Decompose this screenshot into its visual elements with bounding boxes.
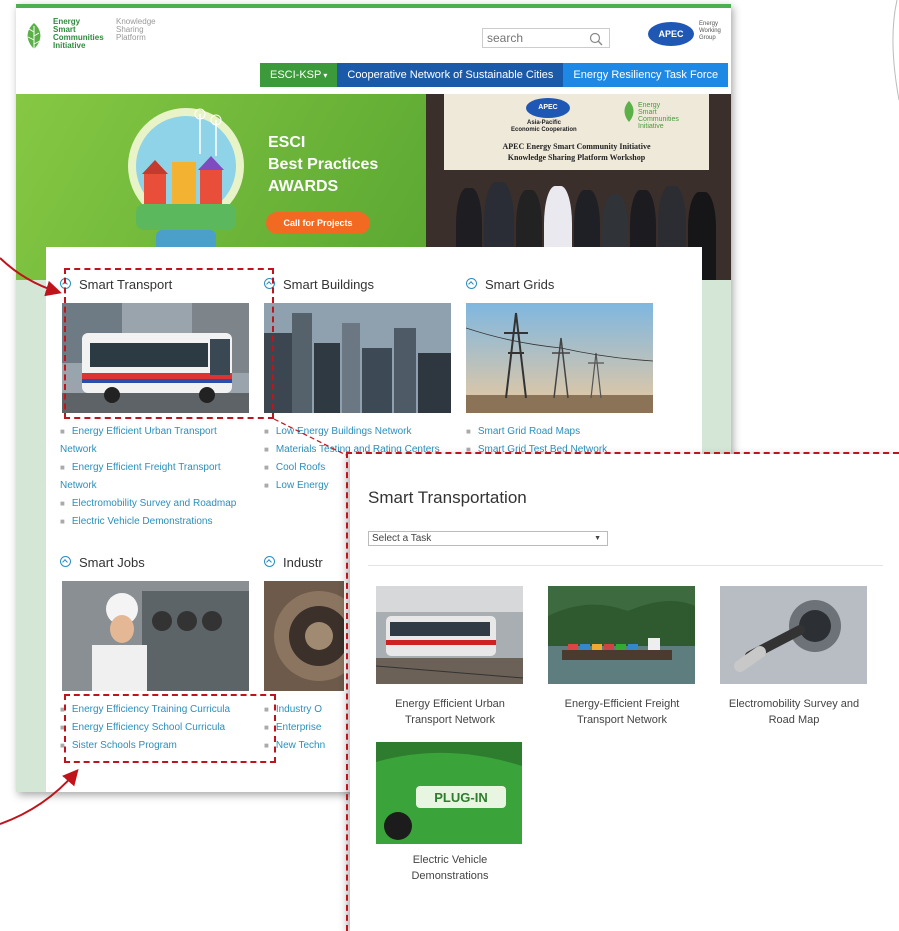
link-low-energy-buildings[interactable]: ■ Low Energy Buildings Network (264, 423, 440, 441)
electromobility-image[interactable] (720, 586, 867, 684)
plug-in-text: PLUG-IN (434, 790, 487, 805)
link-ev-demonstrations[interactable]: ■ Electric Vehicle Demonstrations (60, 513, 236, 531)
urban-transport-label[interactable]: Energy Efficient Urban Transport Network (370, 696, 530, 728)
link-ee-urban-transport[interactable]: ■ Energy Efficient Urban Transport (60, 423, 236, 441)
main-nav: ESCI-KSP ▾ Cooperative Network of Sustain… (260, 63, 729, 87)
link-smart-grid-road-maps[interactable]: ■ Smart Grid Road Maps (466, 423, 607, 441)
link-ee-freight-transport[interactable]: ■ Energy Efficient Freight Transport (60, 459, 236, 477)
photo-apec-logo: APEC (526, 98, 570, 118)
banner-awards: AWARDS (268, 178, 339, 195)
category-smart-buildings[interactable]: Smart Buildings (264, 277, 374, 292)
urban-transport-image[interactable] (376, 586, 523, 684)
nav-energy-resiliency[interactable]: Energy Resiliency Task Force (563, 63, 729, 87)
power-lines-photo (466, 303, 653, 413)
category-industry[interactable]: Industr (264, 555, 323, 570)
cargo-ship-photo (548, 586, 695, 684)
task-select-value: Select a Task (372, 533, 432, 544)
smart-jobs-image[interactable] (62, 581, 249, 691)
search-icon[interactable] (589, 32, 603, 46)
chevron-circle-icon (60, 556, 71, 567)
freight-transport-image[interactable] (548, 586, 695, 684)
green-car-photo: PLUG-IN (376, 742, 522, 844)
industry-image[interactable] (264, 581, 344, 691)
category-title: Smart Buildings (283, 277, 375, 292)
city-skyline-photo (264, 303, 451, 413)
link-ee-urban-transport-cont[interactable]: Network (60, 441, 236, 459)
photo-esci-text: Energy Smart Communities Initiative (638, 102, 679, 130)
nav-esci-ksp-label: ESCI-KSP (270, 69, 322, 81)
highlight-smart-jobs-links (64, 694, 276, 763)
page-curl-edge (892, 0, 899, 101)
ev-charging-photo (720, 586, 867, 684)
divider (368, 565, 883, 566)
category-title: Smart Grids (485, 277, 555, 292)
photo-asia-pacific: Asia-Pacific (527, 120, 562, 126)
panel-title: Smart Transportation (368, 488, 527, 507)
banner-esci: ESCI (268, 134, 306, 151)
apec-logo[interactable]: APEC (648, 22, 694, 46)
gear-machinery-photo (264, 581, 344, 691)
dropdown-arrow-icon: ▼ (594, 535, 601, 542)
leaf-logo-icon (624, 101, 634, 122)
apec-ewg-text: Energy Working Group (699, 21, 721, 41)
nav-esci-ksp[interactable]: ESCI-KSP ▾ (260, 63, 338, 87)
category-smart-grids[interactable]: Smart Grids (466, 277, 554, 292)
panel-highlight-top-edge (346, 452, 899, 454)
category-smart-jobs[interactable]: Smart Jobs (60, 555, 145, 570)
nav-cooperative-network[interactable]: Cooperative Network of Sustainable Citie… (337, 63, 564, 87)
freight-transport-label[interactable]: Energy-Efficient Freight Transport Networ… (542, 696, 702, 728)
lightbulb-city-illustration (128, 108, 244, 260)
ev-demo-image[interactable]: PLUG-IN (376, 742, 522, 844)
highlight-smart-transport (64, 268, 274, 419)
electromobility-label[interactable]: Electromobility Survey and Road Map (714, 696, 874, 728)
esci-logo-text[interactable]: Energy Smart Communities Initiative (53, 18, 104, 50)
chevron-down-icon: ▾ (323, 71, 328, 80)
smart-grids-image[interactable] (466, 303, 653, 413)
photo-economic-coop: Economic Cooperation (511, 127, 577, 133)
link-ee-freight-transport-cont[interactable]: Network (60, 477, 236, 495)
chevron-circle-icon (466, 278, 477, 289)
category-title: Smart Jobs (79, 555, 145, 570)
train-photo (376, 586, 523, 684)
photo-workshop-line1: APEC Energy Smart Community Initiative (502, 142, 651, 151)
link-electromobility[interactable]: ■ Electromobility Survey and Roadmap (60, 495, 236, 513)
ev-demo-label[interactable]: Electric Vehicle Demonstrations (370, 852, 530, 884)
smart-buildings-image[interactable] (264, 303, 451, 413)
worker-photo (62, 581, 249, 691)
banner-best-practices: Best Practices (268, 156, 379, 173)
task-select[interactable]: Select a Task ▼ (368, 531, 608, 546)
smart-transport-links: ■ Energy Efficient Urban Transport Networ… (60, 423, 236, 531)
panel-highlight-left-edge (346, 452, 348, 931)
ksp-logo-text: Knowledge Sharing Platform (116, 17, 156, 42)
leaf-logo-icon (27, 23, 41, 53)
photo-workshop-line2: Knowledge Sharing Platform Workshop (507, 153, 646, 162)
smart-transportation-panel: Smart Transportation Select a Task ▼ Ene… (350, 454, 899, 931)
call-for-projects-button[interactable]: Call for Projects (266, 212, 370, 234)
top-accent-bar (16, 4, 731, 8)
category-title: Industr (283, 555, 323, 570)
chevron-circle-icon (264, 556, 275, 567)
